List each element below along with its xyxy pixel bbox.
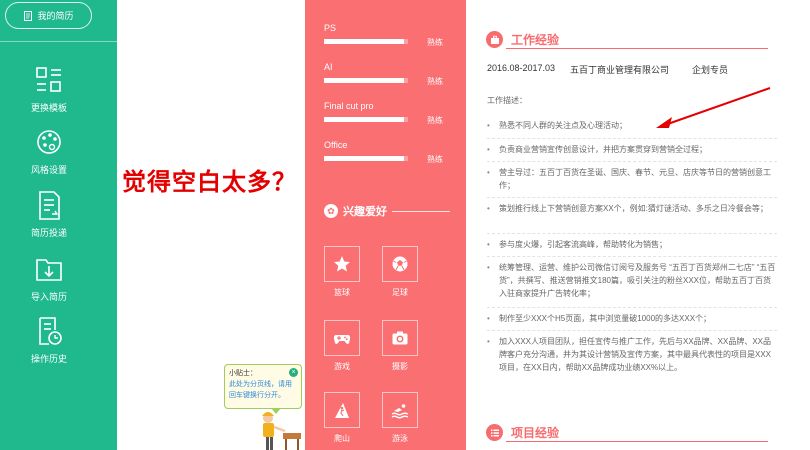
project-experience-title: 项目经验	[511, 426, 560, 440]
item-divider	[487, 330, 777, 331]
item-divider	[487, 307, 777, 308]
skill-bar-fill	[324, 156, 404, 161]
skill-bar	[324, 117, 408, 122]
my-resume-button[interactable]: 我的简历	[5, 2, 92, 29]
soccer-ball-icon	[392, 256, 408, 272]
job-duty-item[interactable]: 制作至少XXX个H5页面，其中浏览量破1000的多达XXX个；	[487, 312, 777, 325]
work-experience-heading: 工作经验	[486, 31, 559, 48]
job-duty-item[interactable]: 负责商业营销宣传创意设计，并把方案贯穿到营销全过程；	[487, 143, 777, 156]
blank-space-annotation: 觉得空白太多？	[122, 168, 297, 196]
resume-content: 工作经验 2016.08-2017.03 五百丁商业管理有限公司 企划专员 工作…	[466, 0, 810, 450]
hobby-label: 摄影	[392, 362, 408, 371]
skill-bar-fill	[324, 39, 404, 44]
sidebar-item-label: 导入简历	[30, 292, 67, 302]
skills-column: PS 熟练 AI 熟练 Final cut pro 熟练 Office 熟练 ✿…	[305, 0, 466, 450]
climbing-icon	[335, 403, 349, 418]
hobby-label: 爬山	[334, 434, 350, 443]
close-icon[interactable]: ×	[289, 368, 298, 377]
import-folder-icon	[36, 259, 62, 281]
skill-name: Final cut pro	[324, 101, 374, 111]
hobby-label: 游泳	[392, 434, 408, 443]
hobby-item[interactable]: 爬山	[324, 392, 360, 444]
construction-worker-illustration	[262, 412, 301, 450]
skill-name: PS	[324, 23, 337, 33]
skill-name: AI	[324, 62, 333, 72]
skill-level: 熟练	[427, 155, 443, 164]
project-experience-underline	[506, 441, 768, 442]
star-icon	[334, 256, 350, 272]
palette-icon	[37, 130, 61, 154]
sidebar-item-import[interactable]: 导入简历	[14, 254, 84, 303]
skill-bar-fill	[324, 117, 404, 122]
list-icon	[486, 424, 503, 441]
sidebar-item-label: 操作历史	[30, 354, 67, 364]
job-duty-item[interactable]: 营主导过：五百丁百货在圣诞、国庆、春节、元旦、店庆等节日的营销创意工作；	[487, 166, 777, 192]
hobbies-heading: ✿ 兴趣爱好	[324, 203, 387, 219]
job-company: 五百丁商业管理有限公司	[570, 65, 670, 75]
skill-level: 熟练	[427, 77, 443, 86]
skill-bar	[324, 39, 408, 44]
hobby-item[interactable]: 游戏	[324, 320, 360, 372]
item-divider	[487, 138, 777, 139]
work-experience-underline	[506, 48, 768, 49]
sidebar-item-label: 简历投递	[30, 228, 67, 238]
hobby-label: 游戏	[334, 362, 350, 371]
work-experience-title: 工作经验	[511, 33, 560, 47]
annotation-arrow-icon	[656, 87, 771, 128]
sidebar-item-label: 更换模板	[30, 103, 67, 113]
my-resume-label: 我的简历	[37, 11, 74, 21]
hobby-item[interactable]: 游泳	[382, 392, 418, 444]
resume-editor: 我的简历 更换模板 风格设置 简历投递 导入简历 操作历史 觉得空白太多？ 小贴…	[0, 0, 810, 450]
hobby-label: 篮球	[334, 288, 350, 297]
sidebar-item-label: 风格设置	[30, 165, 67, 175]
skill-level: 熟练	[427, 38, 443, 47]
hobby-item[interactable]: 足球	[382, 246, 418, 298]
template-grid-icon	[36, 67, 61, 92]
skill-name: Office	[324, 140, 348, 150]
briefcase-icon	[486, 31, 503, 48]
hobbies-title: 兴趣爱好	[343, 206, 387, 218]
job-duty-item[interactable]: 加入XXX人项目团队，担任宣传与推广工作，先后与XX品牌、XX品牌、XX品牌客户…	[487, 335, 777, 374]
hobby-label: 足球	[392, 288, 408, 297]
skill-bar	[324, 156, 408, 161]
job-duty-item[interactable]: 统筹管理、运营、维护公司微信订阅号及服务号 “五百丁百货郑州二七店” “五百货”…	[487, 261, 777, 300]
item-divider	[487, 161, 777, 162]
page-break-tip: 小贴士： 此处为分页线，请用回车键换行分开。 ×	[224, 364, 302, 414]
job-period: 2016.08-2017.03	[487, 63, 556, 73]
item-divider	[487, 256, 777, 257]
hobby-item[interactable]: 篮球	[324, 246, 360, 298]
sidebar: 我的简历 更换模板 风格设置 简历投递 导入简历 操作历史	[0, 0, 117, 450]
hobby-section-icon: ✿	[324, 204, 338, 218]
tip-text: 此处为分页线，请用回车键换行分开。	[229, 381, 292, 399]
tip-title: 小贴士：	[229, 370, 257, 377]
item-divider	[487, 233, 777, 234]
skill-bar	[324, 78, 408, 83]
sidebar-divider	[0, 41, 117, 42]
item-divider	[487, 197, 777, 198]
skill-level: 熟练	[427, 116, 443, 125]
job-description-label: 工作描述：	[487, 96, 527, 105]
document-icon	[24, 10, 33, 21]
hobby-item[interactable]: 摄影	[382, 320, 418, 372]
hobbies-divider	[392, 211, 450, 212]
swimming-icon	[391, 404, 409, 419]
history-clock-icon	[39, 317, 62, 345]
camera-icon	[392, 331, 408, 345]
sidebar-item-deliver[interactable]: 简历投递	[14, 190, 84, 239]
gamepad-icon	[333, 335, 351, 344]
sidebar-item-style[interactable]: 风格设置	[14, 127, 84, 176]
skill-bar-fill	[324, 78, 404, 83]
job-position: 企划专员	[692, 65, 729, 75]
sidebar-item-template[interactable]: 更换模板	[14, 65, 84, 114]
job-duty-item[interactable]: 参与度火爆，引起客流高峰，帮助转化为销售；	[487, 238, 777, 251]
sidebar-item-history[interactable]: 操作历史	[14, 316, 84, 365]
job-duty-item[interactable]: 策划推行线上下营销创意方案XX个，例如:猜灯谜活动、多乐之日冷餐会等；	[487, 202, 777, 215]
project-experience-heading: 项目经验	[486, 424, 559, 441]
send-document-icon	[39, 191, 60, 220]
